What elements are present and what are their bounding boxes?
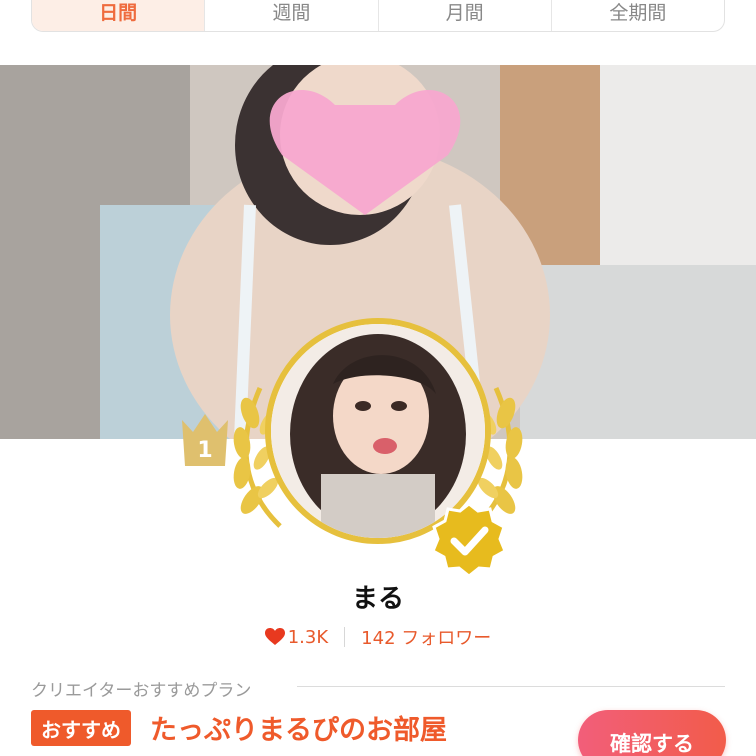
creator-avatar-group[interactable] bbox=[230, 318, 526, 588]
rank-number: 1 bbox=[197, 438, 212, 463]
stat-divider bbox=[344, 627, 346, 647]
creator-stats: 1.3K 142 フォロワー bbox=[0, 624, 756, 650]
verified-badge-icon bbox=[431, 502, 507, 578]
likes-count: 1.3K bbox=[287, 626, 329, 648]
plan-title[interactable]: たっぷりまるぴのお部屋 bbox=[150, 708, 447, 747]
crown-icon: 1 bbox=[182, 414, 228, 466]
period-tabs: 日間 週間 月間 全期間 bbox=[31, 0, 725, 32]
tab-monthly[interactable]: 月間 bbox=[377, 0, 551, 31]
recommended-badge: おすすめ bbox=[31, 710, 131, 746]
tab-all-time[interactable]: 全期間 bbox=[550, 0, 724, 31]
creator-name: まる bbox=[351, 584, 404, 614]
tab-daily[interactable]: 日間 bbox=[32, 0, 205, 31]
section-heading: クリエイターおすすめプラン bbox=[31, 681, 252, 701]
heart-icon bbox=[264, 628, 285, 645]
divider bbox=[297, 686, 725, 687]
followers-count[interactable]: 142 フォロワー bbox=[361, 624, 491, 650]
confirm-button[interactable]: 確認する bbox=[578, 710, 726, 756]
tab-weekly[interactable]: 週間 bbox=[204, 0, 377, 31]
